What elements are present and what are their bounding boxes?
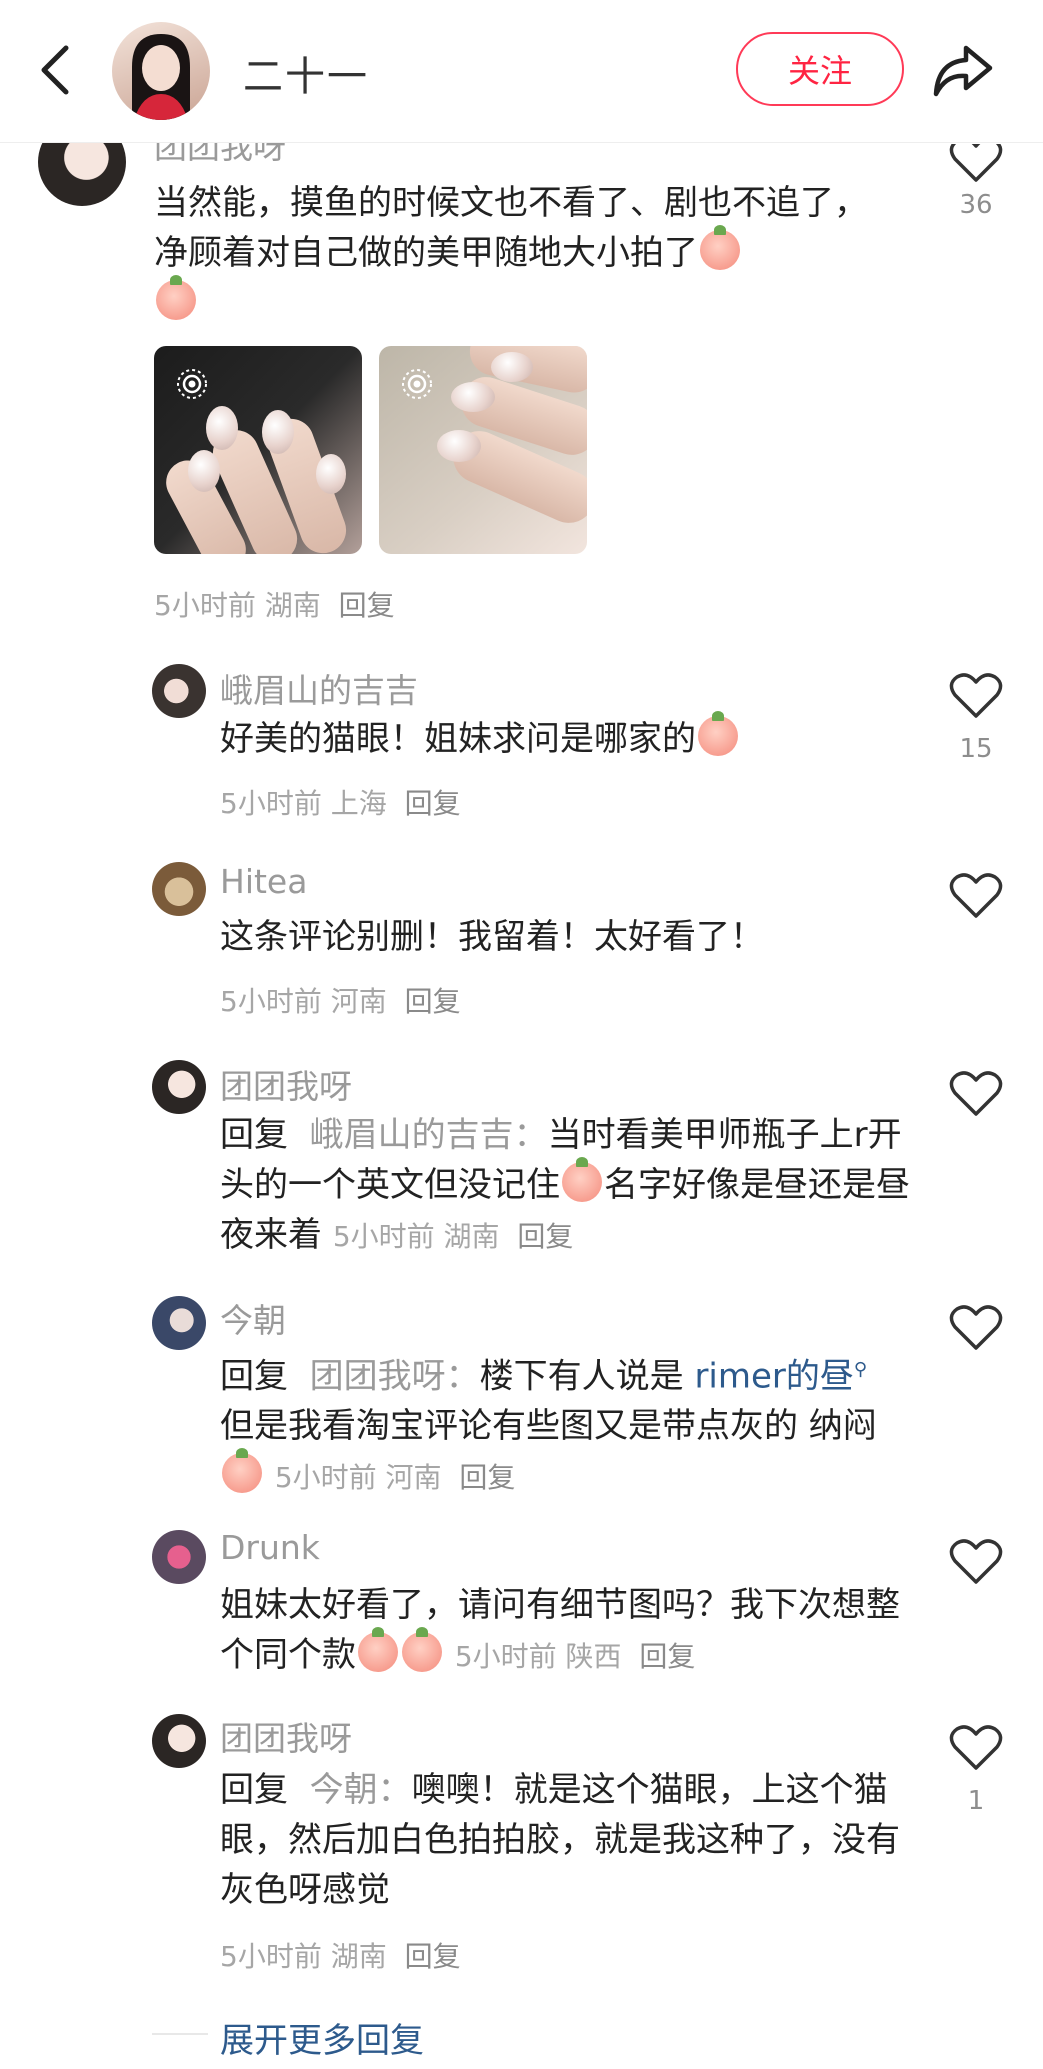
like-count: 1 (967, 1786, 985, 1816)
reply-username[interactable]: 今朝 (220, 1294, 286, 1342)
reply-button[interactable]: 回复 (405, 787, 461, 820)
heart-icon (949, 1305, 1003, 1350)
reply-to-username[interactable]: 团团我呀： (310, 1356, 480, 1396)
reply-username[interactable]: 团团我呀 (220, 1712, 352, 1760)
reply-text: 回复 今朝：噢噢！就是这个猫眼，上这个猫眼，然后加白色拍拍胶，就是我这种了，没有… (220, 1770, 900, 1910)
like-button[interactable] (946, 672, 1006, 720)
reply-username[interactable]: 峨眉山的吉吉 (220, 664, 418, 712)
heart-icon (949, 1539, 1003, 1584)
nail-shape (206, 406, 238, 450)
reply-username[interactable]: 团团我呀 (220, 1060, 352, 1108)
reply-to-username[interactable]: 峨眉山的吉吉： (310, 1115, 548, 1155)
comment-meta: 5小时前 湖南 回复 (154, 589, 395, 622)
peach-emoji-icon (156, 275, 196, 320)
comment-text: 当然能，摸鱼的时候文也不看了、剧也不追了，净顾着对自己做的美甲随地大小拍了 (154, 178, 894, 328)
author-avatar[interactable] (112, 22, 210, 120)
nail-shape (451, 382, 495, 412)
reply-button[interactable]: 回复 (405, 1940, 461, 1973)
reply-button[interactable]: 回复 (639, 1640, 695, 1673)
chevron-left-icon (41, 45, 69, 95)
reply-button[interactable]: 回复 (517, 1220, 573, 1253)
reply-avatar[interactable] (152, 1530, 206, 1584)
like-button[interactable] (946, 872, 1006, 920)
heart-icon (949, 1071, 1003, 1116)
reply-avatar[interactable] (152, 1060, 206, 1114)
search-link[interactable]: rimer的昼 (694, 1356, 853, 1396)
reply-text: 这条评论别删！我留着！太好看了！ (220, 917, 764, 957)
expand-more-replies-button[interactable]: 展开更多回复 (220, 2013, 424, 2062)
crying-emoji-icon (562, 1157, 602, 1202)
reply-avatar[interactable] (152, 1296, 206, 1350)
peach-emoji-icon (700, 225, 740, 270)
peach-emoji-icon (402, 1627, 442, 1672)
share-icon (933, 45, 993, 97)
avatar-image (132, 34, 190, 120)
like-button[interactable] (946, 1538, 1006, 1586)
peach-emoji-icon (698, 711, 738, 756)
nail-shape (437, 430, 481, 462)
reply-meta: 5小时前 上海 回复 (220, 787, 461, 820)
follow-button[interactable]: 关注 (736, 32, 904, 106)
reply-avatar[interactable] (152, 664, 206, 718)
share-button[interactable] (930, 40, 996, 100)
like-button[interactable] (946, 136, 1006, 184)
reply-username[interactable]: Drunk (220, 1528, 320, 1567)
comment-photo-2[interactable] (379, 346, 587, 554)
reply-avatar[interactable] (152, 862, 206, 916)
heart-icon (949, 136, 1003, 184)
like-count: 36 (959, 190, 993, 220)
crying-emoji-icon (222, 1448, 262, 1494)
reply-button[interactable]: 回复 (339, 589, 395, 622)
reply-text: 回复 团团我呀：楼下有人说是 rimer的昼⚲ 但是我看淘宝评论有些图又是带点灰… (220, 1356, 877, 1495)
reply-to-username[interactable]: 今朝： (310, 1770, 412, 1810)
author-name[interactable]: 二十一 (243, 44, 369, 102)
reply-button[interactable]: 回复 (405, 985, 461, 1018)
nail-shape (491, 352, 533, 382)
like-count: 15 (959, 734, 993, 764)
expand-divider (152, 2033, 208, 2035)
search-icon[interactable]: ⚲ (854, 1359, 867, 1380)
reply-meta: 5小时前 湖南 回复 (220, 1940, 461, 1973)
nail-shape (262, 410, 294, 454)
like-button[interactable] (946, 1724, 1006, 1772)
reply-meta: 5小时前 河南 回复 (220, 985, 461, 1018)
like-button[interactable] (946, 1304, 1006, 1352)
back-button[interactable] (34, 42, 78, 98)
peach-emoji-icon (358, 1627, 398, 1672)
live-photo-icon (177, 369, 207, 399)
heart-icon (949, 1725, 1003, 1770)
reply-text: 姐妹太好看了，请问有细节图吗？我下次想整个同个款 5小时前 陕西 回复 (220, 1585, 900, 1675)
reply-text: 回复 峨眉山的吉吉：当时看美甲师瓶子上r开头的一个英文但没记住 名字好像是昼还是昼… (220, 1115, 910, 1255)
nail-shape (188, 450, 220, 492)
comment-photo-1[interactable] (154, 346, 362, 554)
like-button[interactable] (946, 1070, 1006, 1118)
live-photo-icon (402, 369, 432, 399)
reply-button[interactable]: 回复 (459, 1461, 515, 1494)
heart-icon (949, 873, 1003, 918)
reply-username[interactable]: Hitea (220, 862, 307, 901)
heart-icon (949, 673, 1003, 718)
reply-avatar[interactable] (152, 1714, 206, 1768)
reply-text: 好美的猫眼！姐妹求问是哪家的 (220, 711, 900, 764)
top-bar: 二十一 关注 (0, 0, 1043, 143)
nail-shape (316, 454, 346, 494)
